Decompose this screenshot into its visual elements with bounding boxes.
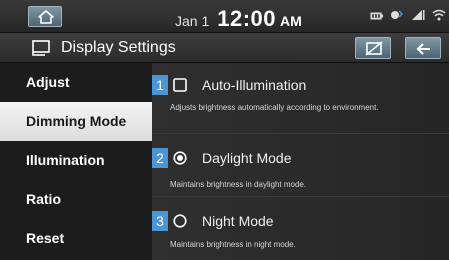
- radio-unselected-icon[interactable]: [173, 214, 187, 228]
- battery-icon: [370, 8, 383, 26]
- option-label: Daylight Mode: [202, 150, 292, 166]
- back-button[interactable]: [405, 37, 441, 59]
- title-bar: Display Settings: [0, 33, 449, 63]
- sidebar-item-reset[interactable]: Reset: [0, 219, 152, 258]
- bluetooth-icon: [390, 8, 404, 27]
- status-icons: [370, 9, 446, 25]
- daylight-mode-option[interactable]: 2 Daylight Mode Maintains brightness in …: [152, 148, 449, 189]
- display-settings-screen: Jan 1 12:00 AM Display Settings Adjust D…: [0, 0, 449, 260]
- radio-selected-icon[interactable]: [173, 151, 187, 165]
- screen-off-icon: [365, 41, 383, 56]
- dimming-mode-panel: 1 Auto-Illumination Adjusts brightness a…: [152, 63, 449, 260]
- night-mode-option[interactable]: 3 Night Mode Maintains brightness in nig…: [152, 211, 449, 251]
- signal-icon: [411, 8, 425, 26]
- divider: [152, 196, 449, 197]
- ampm-text: AM: [280, 13, 302, 29]
- sidebar-menu: Adjust Dimming Mode Illumination Ratio R…: [0, 63, 152, 260]
- option-description: Maintains brightness in night mode.: [170, 240, 296, 249]
- sidebar-item-label: Adjust: [26, 74, 70, 90]
- display-icon: [32, 40, 50, 56]
- date-text: Jan 1: [175, 13, 210, 29]
- sidebar-item-label: Dimming Mode: [26, 113, 127, 129]
- callout-number: 1: [152, 75, 168, 95]
- option-label: Auto-Illumination: [202, 77, 307, 93]
- callout-number: 2: [152, 148, 168, 168]
- sidebar-item-adjust[interactable]: Adjust: [0, 63, 152, 102]
- status-bar: Jan 1 12:00 AM: [0, 0, 449, 33]
- divider: [152, 133, 449, 134]
- callout-number: 3: [152, 211, 168, 231]
- option-label: Night Mode: [202, 213, 274, 229]
- screen-off-button[interactable]: [355, 37, 391, 59]
- sidebar-item-label: Ratio: [26, 191, 61, 207]
- checkbox-icon[interactable]: [173, 78, 187, 92]
- option-description: Adjusts brightness automatically accordi…: [170, 103, 379, 112]
- sidebar-item-label: Illumination: [26, 152, 105, 168]
- sidebar-item-dimming-mode[interactable]: Dimming Mode: [0, 102, 152, 141]
- wifi-icon: [432, 8, 446, 26]
- home-button[interactable]: [28, 6, 62, 27]
- clock: Jan 1 12:00 AM: [175, 6, 302, 31]
- sidebar-item-illumination[interactable]: Illumination: [0, 141, 152, 180]
- home-icon: [38, 10, 54, 24]
- time-text: 12:00: [217, 6, 277, 31]
- option-description: Maintains brightness in daylight mode.: [170, 180, 307, 189]
- auto-illumination-option[interactable]: 1 Auto-Illumination Adjusts brightness a…: [152, 75, 449, 131]
- back-arrow-icon: [416, 43, 430, 55]
- sidebar-item-ratio[interactable]: Ratio: [0, 180, 152, 219]
- page-title: Display Settings: [61, 39, 176, 56]
- sidebar-item-label: Reset: [26, 230, 65, 246]
